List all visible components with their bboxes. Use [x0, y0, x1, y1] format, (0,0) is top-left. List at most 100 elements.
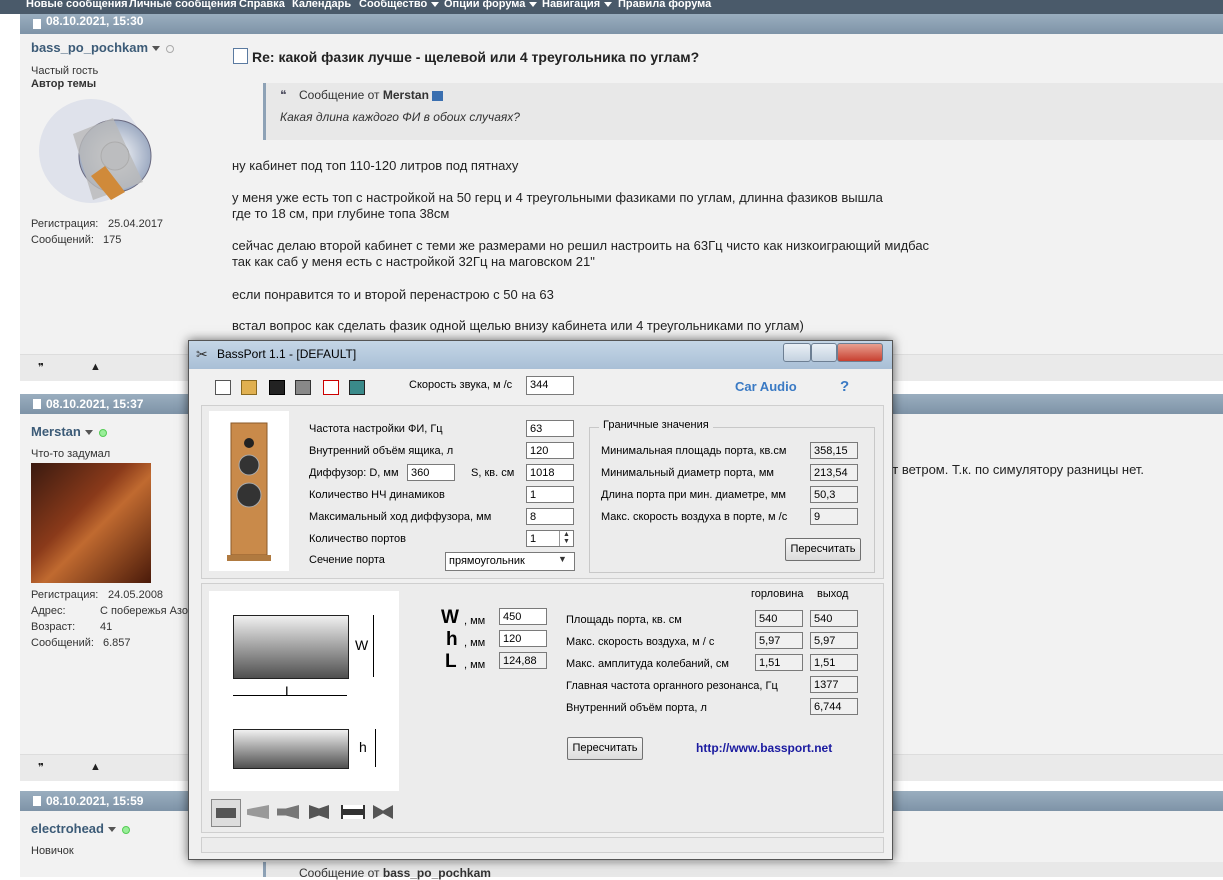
h-input[interactable]: 120 [499, 630, 547, 647]
port-side-shape [233, 729, 349, 769]
close-button[interactable] [837, 343, 883, 362]
nav-community[interactable]: Сообщество [359, 0, 440, 10]
port-shape-rect-button[interactable] [211, 799, 241, 827]
min-area-value: 358,15 [810, 442, 858, 459]
post-username[interactable]: electrohead [31, 821, 130, 836]
save-icon[interactable] [269, 380, 285, 395]
reg-value: 24.05.2008 [108, 589, 164, 601]
quote-author[interactable]: bass_po_pochkam [383, 866, 491, 880]
min-diam-label: Минимальный диаметр порта, мм [601, 467, 774, 479]
nav-help[interactable]: Справка [239, 0, 285, 10]
organ-label: Главная частота органного резонанса, Гц [566, 680, 778, 692]
max-speed-label: Макс. скорость воздуха в порте, м /с [601, 511, 788, 523]
port-front-shape [233, 615, 349, 679]
portvol-label: Внутренний объём порта, л [566, 702, 707, 714]
view-post-icon[interactable] [432, 90, 444, 101]
age-label: Возраст: [31, 621, 76, 633]
nav-navigation[interactable]: Навигация [542, 0, 613, 10]
l-unit: , мм [464, 659, 486, 671]
new-file-icon[interactable] [215, 380, 231, 395]
maximize-button[interactable] [811, 343, 837, 362]
h-letter: h [446, 629, 458, 650]
col-throat-label: горловина [751, 588, 804, 600]
len-label: Длина порта при мин. диаметре, мм [601, 489, 786, 501]
volume-input[interactable]: 120 [526, 442, 574, 459]
quote-author[interactable]: Merstan [383, 88, 429, 102]
car-audio-link[interactable]: Car Audio [735, 379, 797, 394]
window-titlebar[interactable]: ✂ BassPort 1.1 - [DEFAULT] [189, 341, 892, 369]
post-date: 08.10.2021, 15:30 [46, 14, 144, 28]
w-input[interactable]: 450 [499, 608, 547, 625]
help-button[interactable]: ? [840, 378, 849, 395]
post-username[interactable]: Merstan [31, 424, 107, 439]
port-shape-slot-icon[interactable] [341, 805, 365, 819]
post-icon [33, 399, 41, 409]
max-speed-value: 9 [810, 508, 858, 525]
shape-l-label: L [285, 683, 293, 699]
post-icon [33, 19, 41, 29]
quote-block: Сообщение от bass_po_pochkam [263, 862, 1223, 880]
tuning-input[interactable]: 63 [526, 420, 574, 437]
section-label: Сечение порта [309, 554, 385, 566]
post-username[interactable]: bass_po_pochkam [31, 40, 175, 55]
bassport-url-link[interactable]: http://www.bassport.net [696, 741, 832, 755]
addr-label: Адрес: [31, 605, 66, 617]
sound-speed-input[interactable]: 344 [526, 376, 574, 395]
chevron-down-icon [431, 1, 440, 7]
section-select[interactable]: прямоугольник [445, 552, 575, 571]
recalc-results-button[interactable]: Пересчитать [567, 737, 643, 760]
quote-block: ❝ Сообщение от Merstan Какая длина каждо… [263, 83, 1223, 140]
post-line: встал вопрос как сделать фазик одной щел… [232, 318, 804, 333]
tuning-label: Частота настройки ФИ, Гц [309, 423, 443, 435]
post-line: у меня уже есть топ с настройкой на 50 г… [232, 190, 883, 205]
quote-header: Сообщение от Merstan [299, 88, 444, 102]
recalc-limits-button[interactable]: Пересчитать [785, 538, 861, 561]
l-value: 124,88 [499, 652, 547, 669]
w-unit: , мм [464, 615, 486, 627]
xmax-input[interactable]: 8 [526, 508, 574, 525]
ports-label: Количество портов [309, 533, 406, 545]
chevron-down-icon [529, 1, 538, 7]
min-diam-value: 213,54 [810, 464, 858, 481]
nav-calendar[interactable]: Календарь [292, 0, 351, 10]
calculator-icon[interactable] [349, 380, 365, 395]
chevron-down-icon[interactable] [152, 46, 161, 52]
offline-status-icon [166, 44, 175, 53]
nav-private-messages[interactable]: Личные сообщения [129, 0, 237, 10]
w-dimension-line [373, 615, 374, 677]
nav-forum-options[interactable]: Опции форума [444, 0, 538, 10]
user-rank: Новичок [31, 845, 74, 857]
reply-icon[interactable]: ❞ [38, 361, 50, 374]
area-label: Площадь порта, кв. см [566, 614, 682, 626]
spinner-arrows-icon[interactable]: ▲ ▼ [559, 531, 573, 546]
reply-icon[interactable]: ❞ [38, 761, 50, 774]
speed-exit-value: 5,97 [810, 632, 858, 649]
diffuser-label: Диффузор: D, мм [309, 467, 399, 479]
open-folder-icon[interactable] [241, 380, 257, 395]
report-icon[interactable]: ▲ [90, 361, 102, 373]
s-input[interactable]: 1018 [526, 464, 574, 481]
drivers-label: Количество НЧ динамиков [309, 489, 445, 501]
post-line: ит ветром. Т.к. по симулятору разницы не… [885, 462, 1145, 477]
msgs-label: Сообщений: [31, 234, 94, 246]
post-line: сейчас делаю второй кабинет с теми же ра… [232, 238, 930, 253]
post-line: если понравится то и второй перенастрою … [232, 287, 554, 302]
nav-new-messages[interactable]: Новые сообщения [26, 0, 128, 10]
volume-label: Внутренний объём ящика, л [309, 445, 454, 457]
drivers-input[interactable]: 1 [526, 486, 574, 503]
report-icon[interactable]: ▲ [90, 761, 102, 773]
speed-throat-value: 5,97 [755, 632, 803, 649]
chevron-down-icon[interactable] [84, 430, 93, 436]
speaker-avatar [39, 99, 152, 203]
minimize-button[interactable] [783, 343, 811, 362]
amp-exit-value: 1,51 [810, 654, 858, 671]
diffuser-input[interactable]: 360 [407, 464, 455, 481]
post-icon [33, 796, 41, 806]
chevron-down-icon[interactable]: ▼ [558, 554, 567, 564]
organ-value: 1377 [810, 676, 858, 693]
delete-icon[interactable] [323, 380, 339, 395]
nav-forum-rules[interactable]: Правила форума [618, 0, 711, 10]
print-icon[interactable] [295, 380, 311, 395]
post-date: 08.10.2021, 15:37 [46, 397, 144, 411]
chevron-down-icon[interactable] [107, 827, 116, 833]
